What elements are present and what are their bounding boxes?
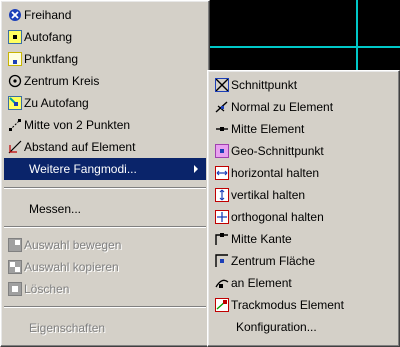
horizontal-hold-icon (214, 165, 230, 181)
menu-item-label: Autofang (24, 30, 73, 44)
menu-item-label: horizontal halten (231, 166, 320, 180)
canvas-line-horizontal (210, 46, 400, 48)
menu-item-auswahl-bewegen[interactable]: Auswahl bewegen (4, 234, 206, 256)
menu-item-label: Auswahl kopieren (24, 260, 119, 274)
face-center-icon (214, 253, 230, 269)
menu-item-zu-autofang[interactable]: Zu Autofang (4, 92, 206, 114)
menu-item-label: Zentrum Kreis (24, 74, 100, 88)
menu-item-mitte-2-punkte[interactable]: Mitte von 2 Punkten (4, 114, 206, 136)
submenu-item-zentrum-flaeche[interactable]: Zentrum Fläche (211, 250, 396, 272)
menu-item-label: Auswahl bewegen (24, 238, 122, 252)
menu-item-label: Eigenschaften (29, 321, 106, 335)
context-menu: Freihand Autofang Punktfang Zentrum Krei… (0, 0, 210, 347)
perpendicular-icon (214, 99, 230, 115)
menu-item-freihand[interactable]: Freihand (4, 4, 206, 26)
menu-item-abstand-element[interactable]: Abstand auf Element (4, 136, 206, 158)
point-snap-icon (7, 51, 23, 67)
track-mode-icon (214, 297, 230, 313)
menu-item-loeschen[interactable]: Löschen (4, 278, 206, 300)
submenu-item-an-element[interactable]: an Element (211, 272, 396, 294)
menu-item-label: Zu Autofang (24, 96, 89, 110)
menu-item-autofang[interactable]: Autofang (4, 26, 206, 48)
copy-selection-icon (7, 259, 23, 275)
move-selection-icon (7, 237, 23, 253)
menu-item-label: Mitte Kante (231, 232, 292, 246)
menu-item-label: Normal zu Element (231, 100, 334, 114)
submenu-item-vertikal-halten[interactable]: vertikal halten (211, 184, 396, 206)
submenu-item-trackmodus-element[interactable]: Trackmodus Element (211, 294, 396, 316)
submenu-arrow-icon (194, 165, 198, 173)
menu-item-label: Weitere Fangmodi... (29, 162, 137, 176)
submenu-item-normal-zu-element[interactable]: Normal zu Element (211, 96, 396, 118)
menu-item-label: Messen... (29, 202, 82, 216)
submenu-item-horizontal-halten[interactable]: horizontal halten (211, 162, 396, 184)
orthogonal-hold-icon (214, 209, 230, 225)
distance-on-element-icon (7, 139, 23, 155)
freehand-icon (7, 7, 23, 23)
menu-item-label: Mitte von 2 Punkten (24, 118, 131, 132)
submenu-item-mitte-kante[interactable]: Mitte Kante (211, 228, 396, 250)
element-midpoint-icon (214, 121, 230, 137)
menu-separator (4, 226, 206, 228)
menu-separator (4, 187, 206, 189)
edge-midpoint-icon (214, 231, 230, 247)
menu-item-label: Mitte Element (231, 122, 305, 136)
vertical-hold-icon (214, 187, 230, 203)
submenu-item-konfiguration[interactable]: Konfiguration... (211, 316, 396, 338)
canvas-line-vertical (356, 0, 358, 70)
intersection-icon (214, 77, 230, 93)
autosnap-icon (7, 29, 23, 45)
menu-item-label: Löschen (24, 282, 70, 296)
delete-icon (7, 281, 23, 297)
menu-item-label: Geo-Schnittpunkt (231, 144, 324, 158)
menu-item-zentrum-kreis[interactable]: Zentrum Kreis (4, 70, 206, 92)
menu-item-label: vertikal halten (231, 188, 306, 202)
menu-item-auswahl-kopieren[interactable]: Auswahl kopieren (4, 256, 206, 278)
menu-item-eigenschaften[interactable]: Eigenschaften (4, 317, 206, 339)
submenu-item-orthogonal-halten[interactable]: orthogonal halten (211, 206, 396, 228)
menu-separator (4, 306, 206, 308)
midpoint-two-points-icon (7, 117, 23, 133)
menu-item-punktfang[interactable]: Punktfang (4, 48, 206, 70)
on-element-icon (214, 275, 230, 291)
menu-item-messen[interactable]: Messen... (4, 198, 206, 220)
menu-item-label: Trackmodus Element (231, 298, 344, 312)
menu-item-label: Konfiguration... (236, 320, 317, 334)
submenu-item-schnittpunkt[interactable]: Schnittpunkt (211, 74, 396, 96)
submenu-item-mitte-element[interactable]: Mitte Element (211, 118, 396, 140)
to-autosnap-icon (7, 95, 23, 111)
menu-item-label: Schnittpunkt (231, 78, 298, 92)
menu-item-label: Zentrum Fläche (231, 254, 316, 268)
geo-intersection-icon (214, 143, 230, 159)
menu-item-label: an Element (231, 276, 292, 290)
submenu-item-geo-schnittpunkt[interactable]: Geo-Schnittpunkt (211, 140, 396, 162)
menu-item-weitere-fangmodi[interactable]: Weitere Fangmodi... (4, 158, 206, 180)
menu-item-label: Freihand (24, 8, 72, 22)
menu-item-label: Abstand auf Element (24, 140, 136, 154)
submenu-weitere-fangmodi: Schnittpunkt Normal zu Element Mitte Ele… (207, 70, 400, 347)
menu-item-label: orthogonal halten (231, 210, 324, 224)
circle-center-icon (7, 73, 23, 89)
menu-item-label: Punktfang (24, 52, 79, 66)
